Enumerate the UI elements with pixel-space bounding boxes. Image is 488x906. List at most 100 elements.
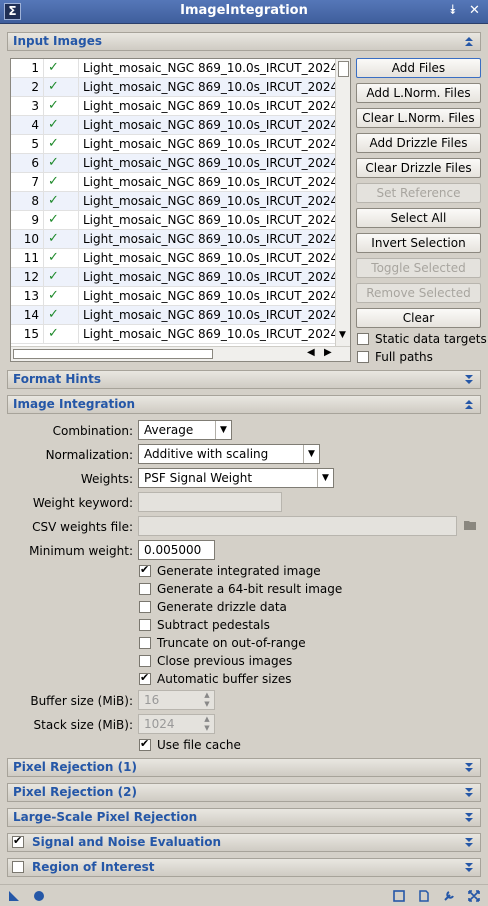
- enabled-check-icon[interactable]: ✓: [48, 193, 59, 208]
- close-previous-checkbox[interactable]: [139, 655, 151, 667]
- list-item[interactable]: 4 ✓ Light_mosaic_NGC 869_10.0s_IRCUT_20241: [11, 116, 336, 135]
- list-item[interactable]: 5 ✓ Light_mosaic_NGC 869_10.0s_IRCUT_20241: [11, 135, 336, 154]
- list-item[interactable]: 14 ✓ Light_mosaic_NGC 869_10.0s_IRCUT_2024…: [11, 306, 336, 325]
- browse-documentation-icon[interactable]: [393, 890, 405, 902]
- add-lnorm-files-button[interactable]: Add L.Norm. Files: [356, 83, 481, 103]
- scroll-down-icon[interactable]: ▼: [339, 330, 346, 340]
- enabled-check-icon[interactable]: ✓: [48, 212, 59, 227]
- edit-instance-icon[interactable]: [418, 890, 430, 902]
- remove-selected-button[interactable]: Remove Selected: [356, 283, 481, 303]
- expand-icon[interactable]: [464, 762, 474, 773]
- automatic-buffer-checkbox[interactable]: [139, 671, 151, 685]
- full-paths-checkbox[interactable]: [357, 351, 369, 363]
- list-item[interactable]: 8 ✓ Light_mosaic_NGC 869_10.0s_IRCUT_20241: [11, 192, 336, 211]
- enabled-check-icon[interactable]: ✓: [48, 174, 59, 189]
- enabled-check-icon[interactable]: ✓: [48, 269, 59, 284]
- toggle-selected-button[interactable]: Toggle Selected: [356, 258, 481, 278]
- clear-button[interactable]: Clear: [356, 308, 481, 328]
- subtract-pedestals-checkbox[interactable]: [139, 619, 151, 631]
- add-drizzle-files-button[interactable]: Add Drizzle Files: [356, 133, 481, 153]
- spin-down-icon[interactable]: ▼: [201, 724, 213, 733]
- signal-noise-checkbox[interactable]: [12, 834, 24, 848]
- folder-icon[interactable]: [464, 520, 477, 531]
- list-item[interactable]: 1 ✓ Light_mosaic_NGC 869_10.0s_IRCUT_20241: [11, 59, 336, 78]
- stack-size-spinbox[interactable]: 1024 ▲ ▼: [138, 714, 215, 734]
- clear-drizzle-files-button[interactable]: Clear Drizzle Files: [356, 158, 481, 178]
- static-data-targets-checkbox[interactable]: [357, 333, 369, 345]
- list-item[interactable]: 7 ✓ Light_mosaic_NGC 869_10.0s_IRCUT_20241: [11, 173, 336, 192]
- generate-drizzle-checkbox[interactable]: [139, 601, 151, 613]
- list-item[interactable]: 13 ✓ Light_mosaic_NGC 869_10.0s_IRCUT_2024…: [11, 287, 336, 306]
- shade-icon[interactable]: ⯯: [449, 4, 457, 18]
- use-file-cache-checkbox[interactable]: [139, 737, 151, 751]
- enabled-check-icon[interactable]: ✓: [48, 136, 59, 151]
- generate-integrated-checkbox[interactable]: [139, 563, 151, 577]
- enabled-check-icon[interactable]: ✓: [48, 288, 59, 303]
- enabled-check-icon[interactable]: ✓: [48, 98, 59, 113]
- section-pixel-rejection-2[interactable]: Pixel Rejection (2): [7, 783, 481, 802]
- expand-icon[interactable]: [464, 787, 474, 798]
- section-signal-noise-evaluation[interactable]: Signal and Noise Evaluation: [7, 833, 481, 852]
- generate-64bit-checkbox[interactable]: [139, 583, 151, 595]
- scroll-left-icon[interactable]: ◀: [307, 347, 315, 358]
- section-input-images[interactable]: Input Images: [7, 32, 481, 51]
- section-region-of-interest[interactable]: Region of Interest: [7, 858, 481, 877]
- csv-weights-file-field[interactable]: [138, 516, 457, 536]
- normalization-select[interactable]: Additive with scaling ▼: [138, 444, 320, 464]
- list-item[interactable]: 3 ✓ Light_mosaic_NGC 869_10.0s_IRCUT_20241: [11, 97, 336, 116]
- collapse-icon[interactable]: [464, 399, 474, 410]
- set-reference-button[interactable]: Set Reference: [356, 183, 481, 203]
- section-image-integration[interactable]: Image Integration: [7, 395, 481, 414]
- list-item[interactable]: 15 ✓ Light_mosaic_NGC 869_10.0s_IRCUT_2024…: [11, 325, 336, 344]
- enabled-check-icon[interactable]: ✓: [48, 79, 59, 94]
- invert-selection-button[interactable]: Invert Selection: [356, 233, 481, 253]
- collapse-icon[interactable]: [464, 36, 474, 47]
- scrollbar-thumb[interactable]: [338, 61, 349, 77]
- close-previous-label: Close previous images: [157, 654, 293, 668]
- expand-icon[interactable]: [464, 862, 474, 873]
- scroll-right-icon[interactable]: ▶: [324, 347, 332, 358]
- spin-up-icon[interactable]: ▲: [201, 691, 213, 700]
- enabled-check-icon[interactable]: ✓: [48, 155, 59, 170]
- list-item[interactable]: 6 ✓ Light_mosaic_NGC 869_10.0s_IRCUT_20241: [11, 154, 336, 173]
- generate-64bit-label: Generate a 64-bit result image: [157, 582, 343, 596]
- expand-icon[interactable]: [464, 812, 474, 823]
- reset-icon[interactable]: [468, 890, 480, 902]
- expand-icon[interactable]: [464, 374, 474, 385]
- enabled-check-icon[interactable]: ✓: [48, 250, 59, 265]
- enabled-check-icon[interactable]: ✓: [48, 231, 59, 246]
- section-large-scale-pixel-rejection[interactable]: Large-Scale Pixel Rejection: [7, 808, 481, 827]
- enabled-check-icon[interactable]: ✓: [48, 60, 59, 75]
- list-item[interactable]: 11 ✓ Light_mosaic_NGC 869_10.0s_IRCUT_2024…: [11, 249, 336, 268]
- select-all-button[interactable]: Select All: [356, 208, 481, 228]
- enabled-check-icon[interactable]: ✓: [48, 307, 59, 322]
- preferences-icon[interactable]: [443, 890, 455, 902]
- enabled-check-icon[interactable]: ✓: [48, 326, 59, 341]
- truncate-checkbox[interactable]: [139, 637, 151, 649]
- list-item[interactable]: 10 ✓ Light_mosaic_NGC 869_10.0s_IRCUT_2024…: [11, 230, 336, 249]
- weight-keyword-field[interactable]: [138, 492, 282, 512]
- list-item[interactable]: 9 ✓ Light_mosaic_NGC 869_10.0s_IRCUT_20241: [11, 211, 336, 230]
- add-files-button[interactable]: Add Files: [356, 58, 481, 78]
- weights-select[interactable]: PSF Signal Weight ▼: [138, 468, 334, 488]
- spin-down-icon[interactable]: ▼: [201, 700, 213, 709]
- vertical-scrollbar[interactable]: ▼: [335, 59, 350, 346]
- input-images-list[interactable]: 1 ✓ Light_mosaic_NGC 869_10.0s_IRCUT_20241…: [10, 58, 351, 362]
- list-item[interactable]: 2 ✓ Light_mosaic_NGC 869_10.0s_IRCUT_20241: [11, 78, 336, 97]
- combination-select[interactable]: Average ▼: [138, 420, 232, 440]
- close-icon[interactable]: ✕: [469, 4, 480, 18]
- buffer-size-spinbox[interactable]: 16 ▲ ▼: [138, 690, 215, 710]
- minimum-weight-field[interactable]: 0.005000: [138, 540, 215, 560]
- expand-icon[interactable]: [464, 837, 474, 848]
- horizontal-scrollbar[interactable]: ◀ ▶: [11, 346, 350, 361]
- roi-checkbox[interactable]: [12, 861, 24, 873]
- spin-up-icon[interactable]: ▲: [201, 715, 213, 724]
- scrollbar-thumb[interactable]: [13, 349, 213, 359]
- clear-lnorm-files-button[interactable]: Clear L.Norm. Files: [356, 108, 481, 128]
- section-format-hints[interactable]: Format Hints: [7, 370, 481, 389]
- section-pixel-rejection-1[interactable]: Pixel Rejection (1): [7, 758, 481, 777]
- apply-global-icon[interactable]: [33, 890, 45, 902]
- enabled-check-icon[interactable]: ✓: [48, 117, 59, 132]
- list-item[interactable]: 12 ✓ Light_mosaic_NGC 869_10.0s_IRCUT_2024…: [11, 268, 336, 287]
- new-instance-icon[interactable]: [8, 890, 20, 902]
